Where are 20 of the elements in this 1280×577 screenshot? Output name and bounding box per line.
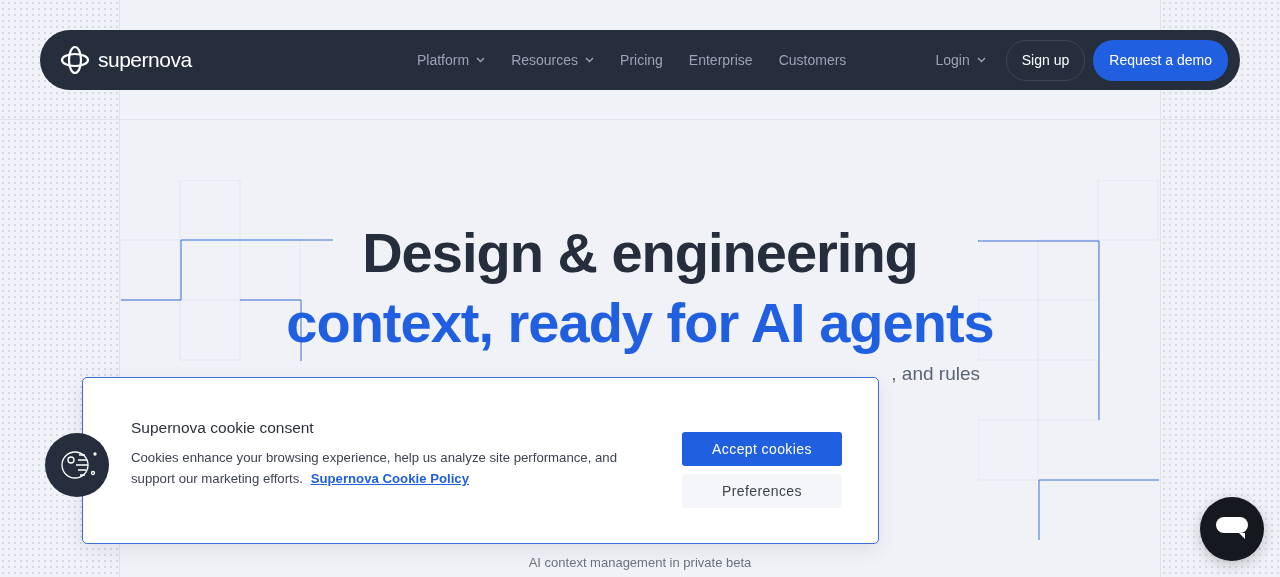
nav-link[interactable]: Resources xyxy=(511,49,595,71)
sign-up-button[interactable]: Sign up xyxy=(1005,39,1086,81)
hero-subtitle: , and rules xyxy=(891,363,980,384)
nav-link[interactable]: Enterprise xyxy=(688,49,753,71)
cookie-policy-link[interactable]: Supernova Cookie Policy xyxy=(310,471,469,487)
brand-name[interactable]: supernova xyxy=(98,44,192,76)
cookie-description: Cookies enhance your browsing experience, help us analyze site performance, and support our marketing efforts. Supernova Cookie Policy xyxy=(131,449,619,489)
preferences-button[interactable]: Preferences xyxy=(682,474,842,508)
login-menu[interactable]: Login xyxy=(935,49,986,71)
accept-cookies-button[interactable]: Accept cookies xyxy=(682,432,842,466)
beta-note: AI context management in private beta xyxy=(528,555,752,570)
chat-button[interactable] xyxy=(1200,497,1264,561)
hero-title: context, ready for AI agents xyxy=(286,290,994,356)
hero-title: Design & engineering xyxy=(361,220,919,286)
request-demo-button[interactable]: Request a demo xyxy=(1093,39,1228,81)
nav-link[interactable]: Pricing xyxy=(620,49,663,71)
nav-link[interactable]: Platform xyxy=(417,49,486,71)
logo-icon xyxy=(60,45,90,75)
dialog-title: Supernova cookie consent xyxy=(131,418,315,438)
nav-link[interactable]: Customers xyxy=(778,49,847,71)
